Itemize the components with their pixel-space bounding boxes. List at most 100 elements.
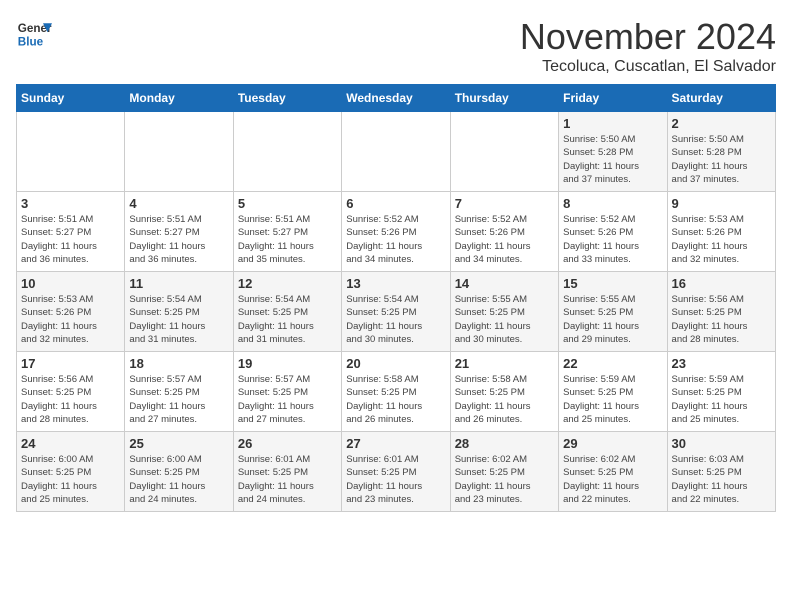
day-cell: 30 Sunrise: 6:03 AM Sunset: 5:25 PM Dayli… <box>667 432 775 512</box>
page-header: General Blue November 2024 Tecoluca, Cus… <box>16 16 776 76</box>
day-number: 2 <box>672 116 771 131</box>
day-number: 22 <box>563 356 662 371</box>
day-info: Sunrise: 5:50 AM Sunset: 5:28 PM Dayligh… <box>672 133 771 186</box>
day-cell: 18Sunrise: 5:57 AM Sunset: 5:25 PM Dayli… <box>125 352 233 432</box>
week-row-1: 1 Sunrise: 5:50 AM Sunset: 5:28 PM Daylig… <box>17 112 776 192</box>
day-cell: 9Sunrise: 5:53 AM Sunset: 5:26 PM Daylig… <box>667 192 775 272</box>
day-cell <box>342 112 450 192</box>
day-number: 16 <box>672 276 771 291</box>
day-cell: 6 Sunrise: 5:52 AM Sunset: 5:26 PM Daylig… <box>342 192 450 272</box>
day-number: 15 <box>563 276 662 291</box>
day-cell <box>17 112 125 192</box>
day-number: 26 <box>238 436 337 451</box>
day-info: Sunrise: 5:56 AM Sunset: 5:25 PM Dayligh… <box>21 373 120 426</box>
day-info: Sunrise: 5:51 AM Sunset: 5:27 PM Dayligh… <box>238 213 337 266</box>
day-info: Sunrise: 6:00 AM Sunset: 5:25 PM Dayligh… <box>21 453 120 506</box>
day-info: Sunrise: 5:52 AM Sunset: 5:26 PM Dayligh… <box>346 213 445 266</box>
weekday-header-sunday: Sunday <box>17 85 125 112</box>
day-number: 17 <box>21 356 120 371</box>
day-info: Sunrise: 5:59 AM Sunset: 5:25 PM Dayligh… <box>672 373 771 426</box>
day-info: Sunrise: 5:52 AM Sunset: 5:26 PM Dayligh… <box>563 213 662 266</box>
day-cell: 11Sunrise: 5:54 AM Sunset: 5:25 PM Dayli… <box>125 272 233 352</box>
week-row-4: 17 Sunrise: 5:56 AM Sunset: 5:25 PM Dayli… <box>17 352 776 432</box>
day-info: Sunrise: 5:54 AM Sunset: 5:25 PM Dayligh… <box>346 293 445 346</box>
day-number: 14 <box>455 276 554 291</box>
day-number: 25 <box>129 436 228 451</box>
day-number: 12 <box>238 276 337 291</box>
day-cell: 3Sunrise: 5:51 AM Sunset: 5:27 PM Daylig… <box>17 192 125 272</box>
day-number: 23 <box>672 356 771 371</box>
day-number: 24 <box>21 436 120 451</box>
weekday-header-row: SundayMondayTuesdayWednesdayThursdayFrid… <box>17 85 776 112</box>
logo-icon: General Blue <box>16 16 52 52</box>
day-info: Sunrise: 6:02 AM Sunset: 5:25 PM Dayligh… <box>563 453 662 506</box>
day-info: Sunrise: 5:57 AM Sunset: 5:25 PM Dayligh… <box>129 373 228 426</box>
day-info: Sunrise: 5:55 AM Sunset: 5:25 PM Dayligh… <box>563 293 662 346</box>
day-number: 10 <box>21 276 120 291</box>
logo: General Blue <box>16 16 52 52</box>
weekday-header-saturday: Saturday <box>667 85 775 112</box>
day-number: 4 <box>129 196 228 211</box>
day-cell: 10 Sunrise: 5:53 AM Sunset: 5:26 PM Dayli… <box>17 272 125 352</box>
day-info: Sunrise: 5:56 AM Sunset: 5:25 PM Dayligh… <box>672 293 771 346</box>
weekday-header-monday: Monday <box>125 85 233 112</box>
day-info: Sunrise: 6:03 AM Sunset: 5:25 PM Dayligh… <box>672 453 771 506</box>
day-cell: 23 Sunrise: 5:59 AM Sunset: 5:25 PM Dayli… <box>667 352 775 432</box>
day-number: 11 <box>129 276 228 291</box>
day-cell: 5 Sunrise: 5:51 AM Sunset: 5:27 PM Daylig… <box>233 192 341 272</box>
day-cell <box>125 112 233 192</box>
day-cell: 13 Sunrise: 5:54 AM Sunset: 5:25 PM Dayli… <box>342 272 450 352</box>
title-block: November 2024 Tecoluca, Cuscatlan, El Sa… <box>520 16 776 76</box>
day-cell: 19 Sunrise: 5:57 AM Sunset: 5:25 PM Dayli… <box>233 352 341 432</box>
svg-text:Blue: Blue <box>18 36 44 49</box>
day-info: Sunrise: 5:51 AM Sunset: 5:27 PM Dayligh… <box>129 213 228 266</box>
day-info: Sunrise: 5:53 AM Sunset: 5:26 PM Dayligh… <box>672 213 771 266</box>
day-cell: 29 Sunrise: 6:02 AM Sunset: 5:25 PM Dayli… <box>559 432 667 512</box>
day-cell: 28Sunrise: 6:02 AM Sunset: 5:25 PM Dayli… <box>450 432 558 512</box>
day-cell: 4 Sunrise: 5:51 AM Sunset: 5:27 PM Daylig… <box>125 192 233 272</box>
day-number: 21 <box>455 356 554 371</box>
day-cell: 24 Sunrise: 6:00 AM Sunset: 5:25 PM Dayli… <box>17 432 125 512</box>
day-number: 30 <box>672 436 771 451</box>
day-cell: 21 Sunrise: 5:58 AM Sunset: 5:25 PM Dayli… <box>450 352 558 432</box>
day-number: 29 <box>563 436 662 451</box>
day-cell: 8 Sunrise: 5:52 AM Sunset: 5:26 PM Daylig… <box>559 192 667 272</box>
day-info: Sunrise: 5:57 AM Sunset: 5:25 PM Dayligh… <box>238 373 337 426</box>
weekday-header-wednesday: Wednesday <box>342 85 450 112</box>
day-number: 1 <box>563 116 662 131</box>
day-number: 3 <box>21 196 120 211</box>
day-number: 6 <box>346 196 445 211</box>
day-cell: 26 Sunrise: 6:01 AM Sunset: 5:25 PM Dayli… <box>233 432 341 512</box>
day-info: Sunrise: 5:58 AM Sunset: 5:25 PM Dayligh… <box>455 373 554 426</box>
calendar-body: 1 Sunrise: 5:50 AM Sunset: 5:28 PM Daylig… <box>17 112 776 512</box>
day-info: Sunrise: 5:53 AM Sunset: 5:26 PM Dayligh… <box>21 293 120 346</box>
day-info: Sunrise: 6:00 AM Sunset: 5:25 PM Dayligh… <box>129 453 228 506</box>
day-cell: 25 Sunrise: 6:00 AM Sunset: 5:25 PM Dayli… <box>125 432 233 512</box>
day-number: 5 <box>238 196 337 211</box>
day-number: 8 <box>563 196 662 211</box>
day-cell: 20 Sunrise: 5:58 AM Sunset: 5:25 PM Dayli… <box>342 352 450 432</box>
day-cell: 14 Sunrise: 5:55 AM Sunset: 5:25 PM Dayli… <box>450 272 558 352</box>
day-cell: 27Sunrise: 6:01 AM Sunset: 5:25 PM Dayli… <box>342 432 450 512</box>
day-cell: 22Sunrise: 5:59 AM Sunset: 5:25 PM Dayli… <box>559 352 667 432</box>
day-cell: 12 Sunrise: 5:54 AM Sunset: 5:25 PM Dayli… <box>233 272 341 352</box>
day-number: 19 <box>238 356 337 371</box>
week-row-3: 10 Sunrise: 5:53 AM Sunset: 5:26 PM Dayli… <box>17 272 776 352</box>
weekday-header-thursday: Thursday <box>450 85 558 112</box>
day-info: Sunrise: 6:01 AM Sunset: 5:25 PM Dayligh… <box>346 453 445 506</box>
day-info: Sunrise: 5:55 AM Sunset: 5:25 PM Dayligh… <box>455 293 554 346</box>
day-info: Sunrise: 6:01 AM Sunset: 5:25 PM Dayligh… <box>238 453 337 506</box>
day-number: 7 <box>455 196 554 211</box>
calendar-table: SundayMondayTuesdayWednesdayThursdayFrid… <box>16 84 776 512</box>
weekday-header-friday: Friday <box>559 85 667 112</box>
day-info: Sunrise: 5:58 AM Sunset: 5:25 PM Dayligh… <box>346 373 445 426</box>
day-cell: 7Sunrise: 5:52 AM Sunset: 5:26 PM Daylig… <box>450 192 558 272</box>
day-number: 13 <box>346 276 445 291</box>
day-info: Sunrise: 5:50 AM Sunset: 5:28 PM Dayligh… <box>563 133 662 186</box>
day-cell: 17 Sunrise: 5:56 AM Sunset: 5:25 PM Dayli… <box>17 352 125 432</box>
week-row-5: 24 Sunrise: 6:00 AM Sunset: 5:25 PM Dayli… <box>17 432 776 512</box>
location: Tecoluca, Cuscatlan, El Salvador <box>520 58 776 76</box>
day-info: Sunrise: 5:54 AM Sunset: 5:25 PM Dayligh… <box>238 293 337 346</box>
day-number: 20 <box>346 356 445 371</box>
weekday-header-tuesday: Tuesday <box>233 85 341 112</box>
